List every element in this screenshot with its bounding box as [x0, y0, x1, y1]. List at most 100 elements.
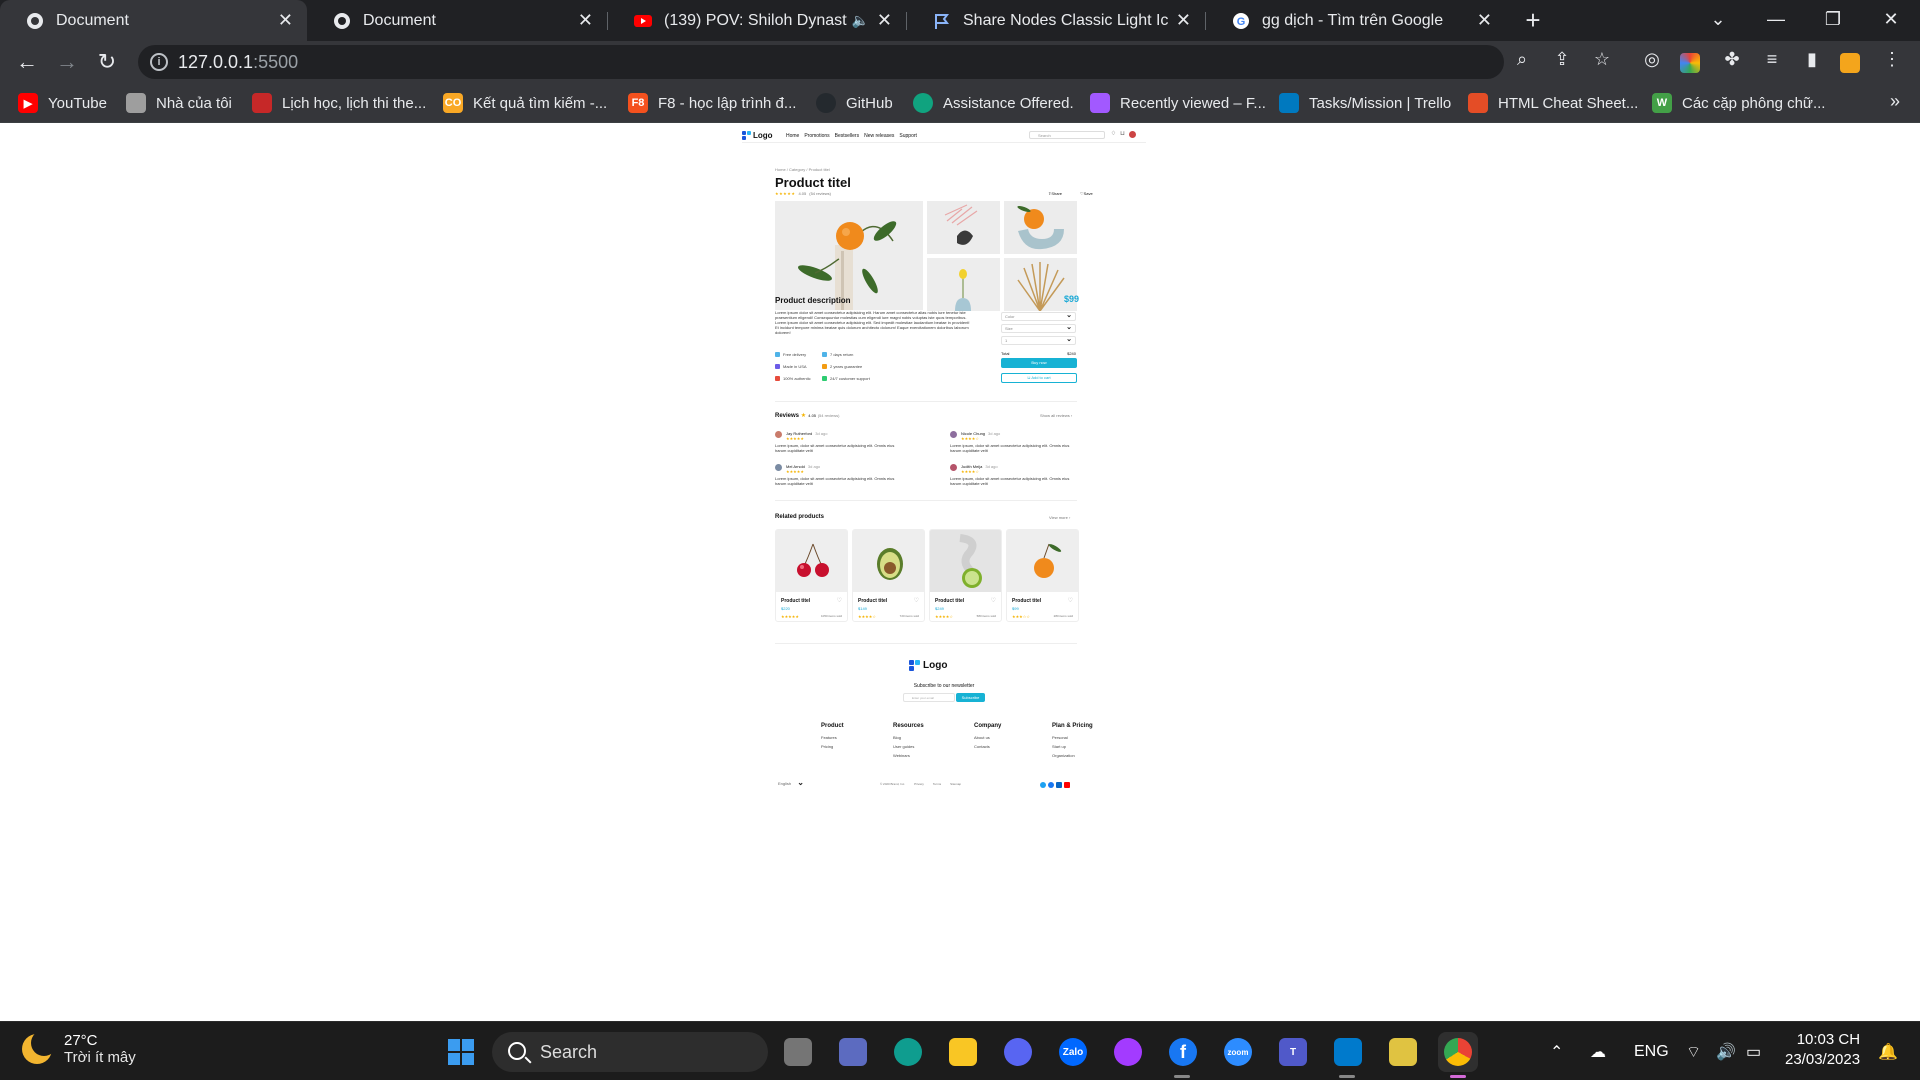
tab-youtube[interactable]: (139) POV: Shiloh Dynasty is 🔈 ✕ — [608, 0, 906, 41]
color-extension-icon[interactable] — [1680, 53, 1700, 73]
weather-widget[interactable]: 27°C Trời ít mây — [22, 1030, 136, 1066]
close-tab-icon[interactable]: ✕ — [877, 10, 892, 31]
bell-icon[interactable]: ♢ — [1110, 131, 1117, 138]
discord-icon[interactable] — [998, 1032, 1038, 1072]
tab-document-1[interactable]: Document ✕ — [0, 0, 307, 41]
share-icon[interactable]: ⇪ — [1550, 47, 1574, 71]
facebook-icon[interactable]: f — [1163, 1032, 1203, 1072]
close-tab-icon[interactable]: ✕ — [578, 10, 593, 31]
newsletter-email-input[interactable]: Enter your email — [903, 693, 955, 702]
compass-extension-icon[interactable]: ◎ — [1640, 47, 1664, 71]
footer-link[interactable]: Webinars — [893, 751, 924, 760]
reload-icon[interactable]: ↻ — [92, 47, 122, 77]
volume-icon[interactable]: 🔊 — [1716, 1022, 1736, 1080]
bookmark-search-results[interactable]: CO Kết quả tìm kiếm -... — [443, 83, 607, 123]
footer-link[interactable]: User guides — [893, 742, 924, 751]
chrome-icon[interactable] — [1438, 1032, 1478, 1072]
tray-overflow-icon[interactable]: ⌃ — [1550, 1022, 1563, 1080]
close-window-button[interactable]: ✕ — [1867, 0, 1915, 41]
onedrive-icon[interactable]: ☁ — [1590, 1022, 1606, 1080]
close-tab-icon[interactable]: ✕ — [1477, 10, 1492, 31]
close-tab-icon[interactable]: ✕ — [1176, 10, 1191, 31]
nav-support[interactable]: Support — [899, 133, 917, 139]
start-button[interactable] — [441, 1032, 481, 1072]
footer-link[interactable]: Features — [821, 733, 844, 742]
footer-logo[interactable]: Logo — [909, 660, 947, 671]
bookmark-html-cheatsheet[interactable]: HTML Cheat Sheet... — [1468, 83, 1638, 123]
buy-now-button[interactable]: Buy now — [1001, 358, 1077, 368]
close-tab-icon[interactable]: ✕ — [278, 10, 293, 31]
teams-icon[interactable]: T — [1273, 1032, 1313, 1072]
zoom-icon[interactable]: zoom — [1218, 1032, 1258, 1072]
edge-icon[interactable] — [888, 1032, 928, 1072]
footer-link[interactable]: Organization — [1052, 751, 1093, 760]
menu-kebab-icon[interactable]: ⋮ — [1880, 47, 1904, 71]
gallery-image-2[interactable] — [1004, 201, 1077, 254]
quantity-select[interactable]: 1 ⌄ — [1001, 336, 1076, 345]
input-language[interactable]: ENG — [1634, 1022, 1669, 1080]
bookmark-figma[interactable]: Recently viewed – F... — [1090, 83, 1266, 123]
heart-icon[interactable]: ♡ — [1068, 597, 1073, 604]
bookmark-f8[interactable]: F8 F8 - học lập trình đ... — [628, 83, 796, 123]
footer-link[interactable]: Start up — [1052, 742, 1093, 751]
meet-icon[interactable] — [833, 1032, 873, 1072]
tab-google[interactable]: G gg dịch - Tìm trên Google ✕ — [1206, 0, 1506, 41]
profile-avatar-icon[interactable] — [1840, 53, 1860, 73]
battery-icon[interactable]: ▭ — [1746, 1022, 1761, 1080]
youtube-icon[interactable] — [1064, 782, 1070, 788]
address-bar[interactable]: i 127.0.0.1:5500 — [138, 45, 1504, 79]
speaker-icon[interactable]: 🔈 — [851, 12, 868, 29]
notifications-icon[interactable]: 🔔 — [1878, 1022, 1898, 1080]
footer-link[interactable]: Blog — [893, 733, 924, 742]
site-logo[interactable]: Logo — [742, 131, 773, 140]
language-select[interactable]: English ⌄ — [775, 778, 806, 788]
color-select[interactable]: Color ⌄ — [1001, 312, 1076, 321]
facebook-icon[interactable] — [1048, 782, 1054, 788]
site-info-icon[interactable]: i — [150, 53, 168, 71]
bookmarks-overflow-icon[interactable]: » — [1890, 91, 1900, 112]
footer-link[interactable]: Sitemap — [950, 782, 961, 786]
user-avatar[interactable] — [1129, 131, 1136, 138]
zoom-icon[interactable]: ⌕ — [1510, 47, 1534, 71]
heart-icon[interactable]: ♡ — [914, 597, 919, 604]
bookmark-star-icon[interactable]: ☆ — [1590, 47, 1614, 71]
new-tab-button[interactable]: + — [1518, 6, 1548, 36]
twitter-icon[interactable] — [1040, 782, 1046, 788]
product-card[interactable]: Product titel ♡ $149 ★★★★☆ 720 items sol… — [852, 529, 925, 622]
back-arrow-icon[interactable]: ← — [12, 47, 42, 77]
forward-arrow-icon[interactable]: → — [52, 47, 82, 77]
minimize-button[interactable]: — — [1752, 0, 1800, 41]
show-all-reviews-link[interactable]: Show all reviews › — [1040, 413, 1072, 418]
save-button[interactable]: ♡Save — [1080, 191, 1093, 196]
bookmark-youtube[interactable]: ▶ YouTube — [18, 83, 107, 123]
heart-icon[interactable]: ♡ — [991, 597, 996, 604]
zalo-icon[interactable]: Zalo — [1053, 1032, 1093, 1072]
bookmark-trello[interactable]: Tasks/Mission | Trello — [1279, 83, 1451, 123]
footer-link[interactable]: Pricing — [821, 742, 844, 751]
size-select[interactable]: Size ⌄ — [1001, 324, 1076, 333]
cart-icon[interactable]: ⊔ — [1119, 131, 1126, 138]
media-control-icon[interactable]: ≡ — [1760, 47, 1784, 71]
heart-icon[interactable]: ♡ — [837, 597, 842, 604]
side-panel-icon[interactable]: ▮ — [1800, 47, 1824, 71]
footer-link[interactable]: Privacy — [914, 782, 924, 786]
restore-button[interactable]: ❐ — [1809, 0, 1857, 41]
linkedin-icon[interactable] — [1056, 782, 1062, 788]
tools-icon[interactable] — [1383, 1032, 1423, 1072]
gallery-image-1[interactable] — [927, 201, 1000, 254]
footer-link[interactable]: About us — [974, 733, 1001, 742]
add-to-cart-button[interactable]: ⊔ Add to cart — [1001, 373, 1077, 383]
bookmark-fonts[interactable]: W Các cặp phông chữ... — [1652, 83, 1825, 123]
task-view-icon[interactable] — [778, 1032, 818, 1072]
wifi-icon[interactable]: ⌔ — [1686, 1022, 1701, 1080]
tab-search-icon[interactable]: ⌄ — [1694, 0, 1742, 41]
file-explorer-icon[interactable] — [943, 1032, 983, 1072]
extensions-puzzle-icon[interactable]: ✤ — [1720, 47, 1744, 71]
bookmark-assistance[interactable]: Assistance Offered. — [913, 83, 1074, 123]
footer-link[interactable]: Personal — [1052, 733, 1093, 742]
bookmark-home[interactable]: Nhà của tôi — [126, 83, 232, 123]
product-card[interactable]: Product titel ♡ $220 ★★★★★ 1050 items so… — [775, 529, 848, 622]
product-card[interactable]: Product titel ♡ $249 ★★★★☆ 580 items sol… — [929, 529, 1002, 622]
clock[interactable]: 10:03 CH 23/03/2023 — [1785, 1030, 1860, 1070]
tab-document-2[interactable]: Document ✕ — [307, 0, 607, 41]
